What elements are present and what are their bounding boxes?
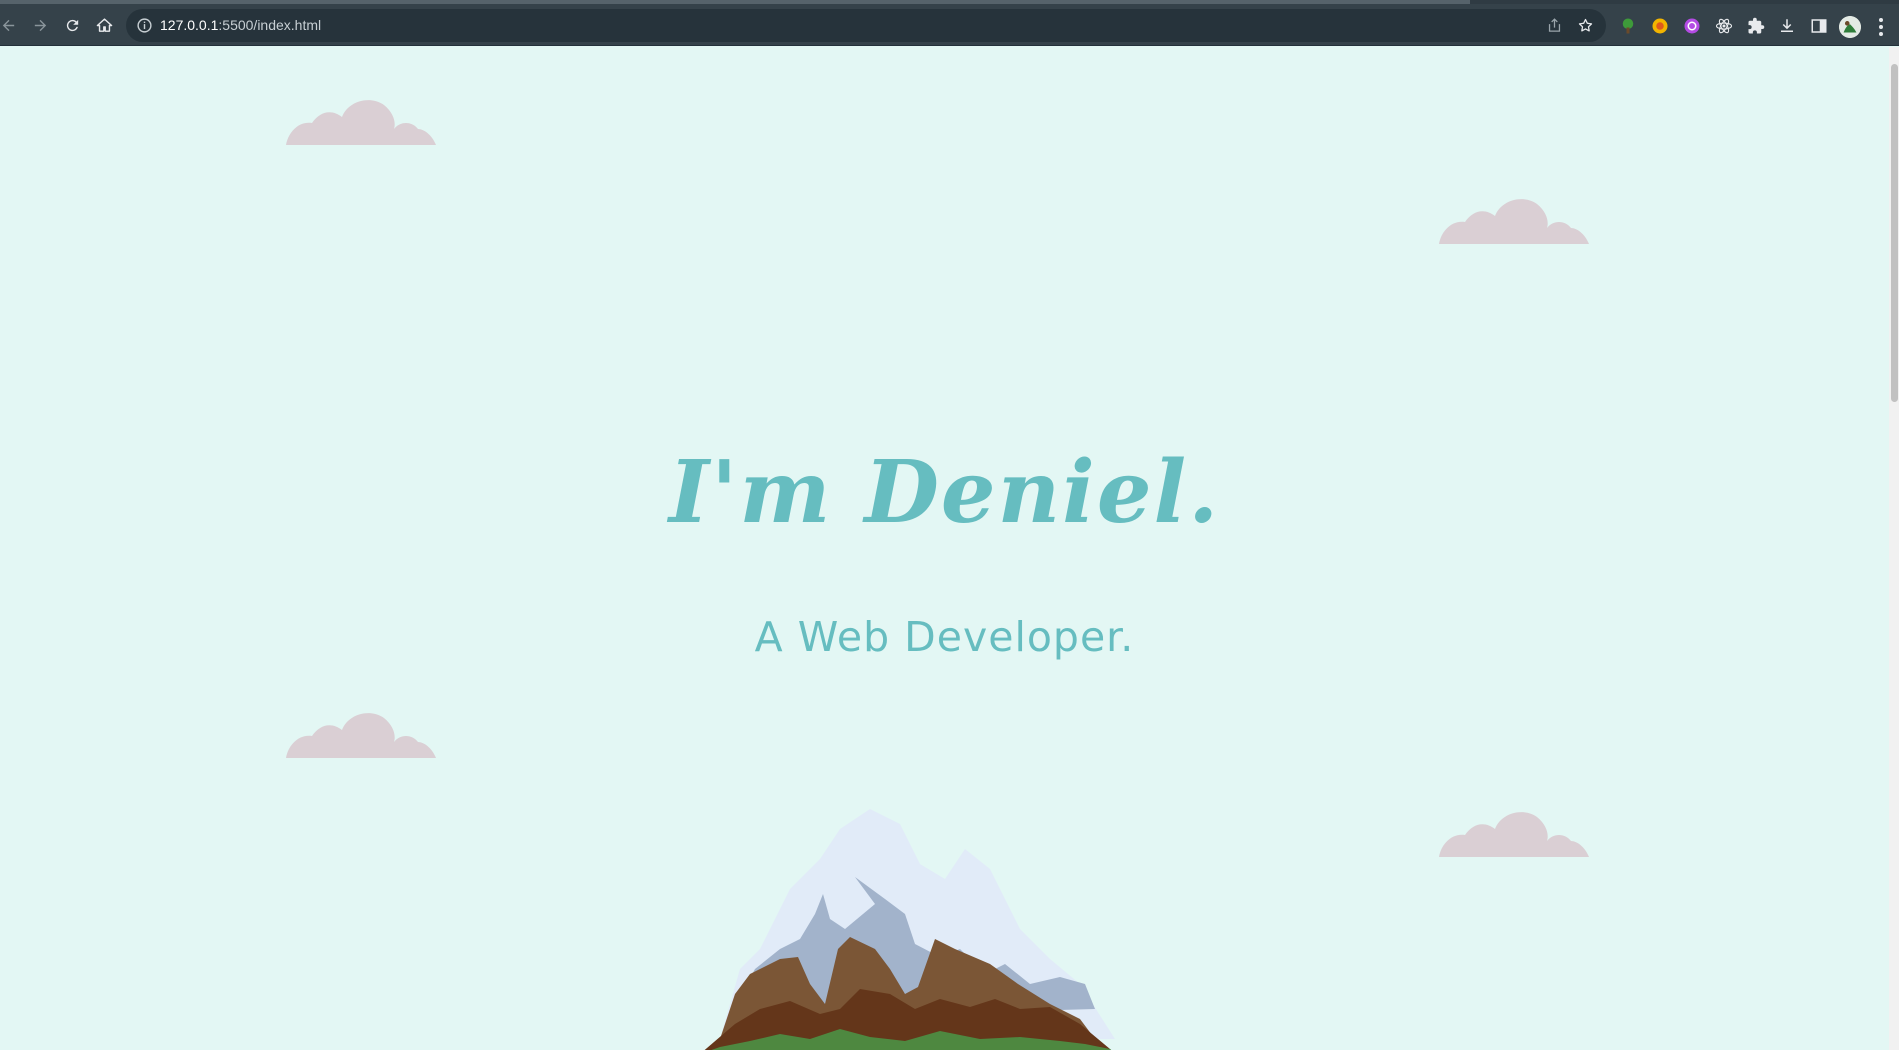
star-icon xyxy=(1578,18,1593,32)
scrollbar-thumb[interactable] xyxy=(1891,64,1898,402)
home-icon xyxy=(96,17,112,32)
hero-title: I'm Deniel. xyxy=(668,442,1221,543)
forward-button[interactable] xyxy=(26,11,54,39)
url-path: :5500/index.html xyxy=(218,17,322,33)
url-text[interactable]: 127.0.0.1:5500/index.html xyxy=(160,17,321,33)
forward-arrow-icon xyxy=(34,19,46,31)
puzzle-extensions-icon xyxy=(1748,17,1765,34)
site-info-icon[interactable] xyxy=(136,17,153,34)
purple-extension-icon xyxy=(1684,18,1700,34)
reload-button[interactable] xyxy=(58,11,86,39)
orange-extension-icon xyxy=(1652,18,1668,34)
side-panel-button[interactable] xyxy=(1808,15,1830,37)
cloud-bottom-right xyxy=(1439,812,1589,857)
purple-extension-button[interactable] xyxy=(1681,15,1703,37)
hero-subtitle: A Web Developer. xyxy=(754,613,1135,661)
side-panel-icon xyxy=(1811,19,1827,33)
browser-toolbar: 127.0.0.1:5500/index.html xyxy=(0,4,1899,46)
tree-extension-button[interactable] xyxy=(1617,15,1639,37)
avatar-icon xyxy=(1839,16,1861,38)
cloud-middle-left xyxy=(286,713,436,758)
back-arrow-icon xyxy=(2,19,14,31)
react-devtools-button[interactable] xyxy=(1713,15,1735,37)
share-icon xyxy=(1548,18,1561,32)
reload-icon xyxy=(66,19,78,31)
downloads-button[interactable] xyxy=(1776,15,1798,37)
extensions-button[interactable] xyxy=(1745,15,1767,37)
orange-extension-button[interactable] xyxy=(1649,15,1671,37)
browser-menu-icon[interactable] xyxy=(1877,17,1885,37)
react-devtools-icon xyxy=(1715,18,1733,34)
download-icon xyxy=(1781,19,1793,32)
share-button[interactable] xyxy=(1544,15,1565,36)
bookmark-button[interactable] xyxy=(1575,15,1596,36)
address-bar[interactable]: 127.0.0.1:5500/index.html xyxy=(126,9,1606,42)
tree-extension-icon xyxy=(1622,18,1634,34)
back-button[interactable] xyxy=(0,11,22,39)
cloud-top-right xyxy=(1439,199,1589,244)
profile-avatar-button[interactable] xyxy=(1839,16,1861,38)
page-viewport: I'm Deniel. A Web Developer. xyxy=(0,47,1889,1050)
url-host: 127.0.0.1 xyxy=(160,17,219,33)
mountain-illustration xyxy=(704,809,1115,1050)
cloud-top-left xyxy=(286,100,436,145)
home-button[interactable] xyxy=(90,11,118,39)
